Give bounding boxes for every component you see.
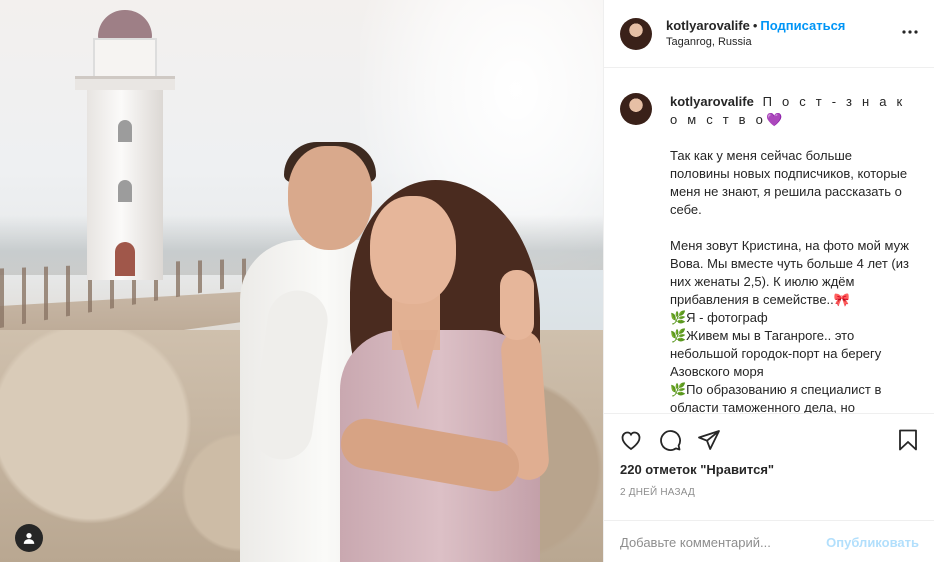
follow-button[interactable]: Подписаться [760, 18, 845, 33]
comment-icon[interactable] [657, 427, 683, 453]
purple-heart-emoji: 💜 [766, 112, 786, 127]
avatar[interactable] [620, 17, 652, 50]
post-actions: 220 отметок "Нравится" 2 ДНЕЙ НАЗАД Опуб… [604, 413, 934, 562]
save-bookmark-icon[interactable] [895, 427, 921, 453]
comment-form: Опубликовать [604, 520, 934, 562]
caption-username[interactable]: kotlyarovalife [670, 94, 754, 109]
user-tag-icon[interactable] [15, 524, 43, 552]
lighthouse [75, 10, 175, 280]
more-options-icon[interactable] [900, 22, 920, 42]
location-link[interactable]: Taganrog, Russia [666, 34, 845, 51]
likes-count[interactable]: 220 отметок "Нравится" [604, 454, 934, 477]
post-timestamp[interactable]: 2 ДНЕЙ НАЗАД [604, 477, 934, 498]
separator-dot: • [752, 17, 758, 33]
post-photo[interactable] [0, 0, 603, 562]
like-heart-icon[interactable] [618, 427, 644, 453]
post-header: kotlyarovalife • Подписаться Taganrog, Rus… [604, 0, 934, 68]
caption-avatar[interactable] [620, 93, 652, 125]
caption-list: 🌿Я - фотограф 🌿Живем мы в Таганроге.. эт… [670, 310, 882, 413]
post-sidebar: kotlyarovalife • Подписаться Taganrog, Rus… [603, 0, 934, 562]
share-icon[interactable] [696, 427, 722, 453]
caption-paragraph: Меня зовут Кристина, на фото мой муж Вов… [670, 238, 909, 307]
publish-button[interactable]: Опубликовать [826, 535, 919, 550]
comment-input[interactable] [620, 534, 827, 550]
caption-paragraph: Так как у меня сейчас больше половины но… [670, 148, 908, 217]
caption-area: kotlyarovalife П о с т - з н а к о м с т… [604, 69, 934, 413]
username-link[interactable]: kotlyarovalife [666, 18, 750, 33]
couple-figure [220, 130, 580, 562]
